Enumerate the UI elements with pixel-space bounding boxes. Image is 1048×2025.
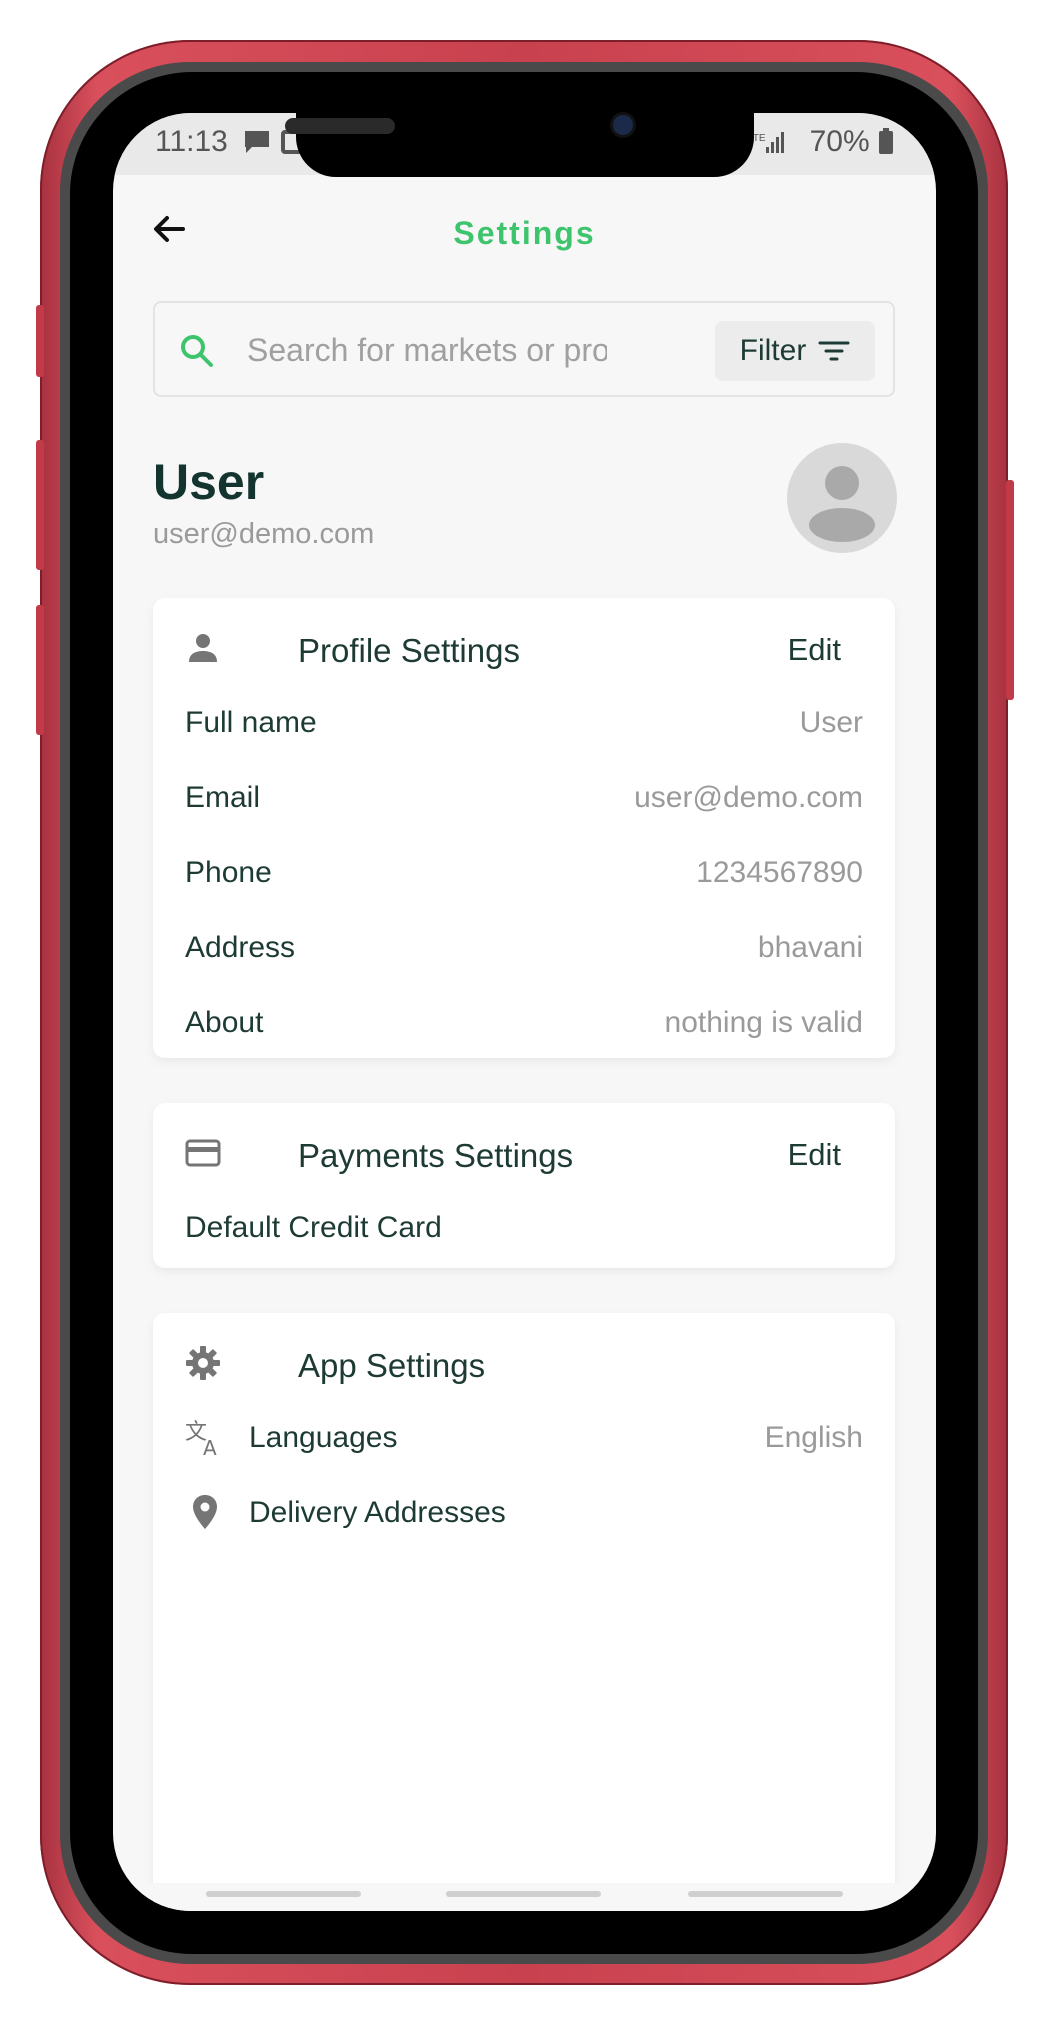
payments-settings-card: Payments Settings Edit Default Credit Ca… [153,1103,895,1268]
profile-edit-button[interactable]: Edit [788,632,841,668]
profile-row-about[interactable]: About nothing is valid [153,976,895,1072]
row-value: User [799,706,863,739]
row-label: Delivery Addresses [249,1496,506,1529]
search-input[interactable] [245,325,609,375]
payments-settings-title: Payments Settings [298,1137,574,1174]
row-label: Address [185,931,296,964]
row-label: Languages [249,1421,398,1454]
app-settings-title: App Settings [298,1347,486,1384]
credit-card-icon [185,1135,221,1176]
volume-up-button [36,305,44,377]
row-value: user@demo.com [634,781,863,814]
row-label: Default Credit Card [185,1211,442,1244]
battery-percent: 70% [809,125,870,158]
translate-icon: 文A [185,1417,225,1462]
person-icon [185,630,221,671]
silent-switch [36,605,44,735]
earpiece-speaker [285,118,395,134]
filter-icon [818,341,850,361]
search-icon [179,333,215,374]
user-email: user@demo.com [153,518,375,550]
status-time: 11:13 [155,125,228,158]
filter-label: Filter [739,334,807,367]
app-settings-card: App Settings 文A Languages English Delive… [153,1313,895,1911]
power-button [1006,480,1014,700]
signal-icon: LTE [748,129,788,163]
app-row-delivery-addresses[interactable]: Delivery Addresses [153,1466,895,1562]
app-screen: 11:13 LTE 70% Settings Filter [113,113,936,1911]
profile-settings-title: Profile Settings [298,632,520,669]
row-label: Email [185,781,261,814]
home-indicator-segment [206,1891,361,1897]
avatar-placeholder-icon [809,466,875,542]
volume-down-button [36,440,44,570]
avatar[interactable] [787,443,897,553]
svg-text:A: A [203,1436,217,1457]
page-title: Settings [453,215,596,251]
front-camera [613,115,633,135]
row-label: About [185,1006,264,1039]
battery-icon [879,128,893,154]
row-label: Phone [185,856,272,889]
battery-status: 70% [810,125,894,159]
row-value: 1234567890 [696,856,863,889]
filter-button[interactable]: Filter [715,321,875,381]
gear-icon [185,1345,221,1386]
home-indicator-bar [113,1883,936,1911]
search-bar: Filter [153,301,895,397]
row-label: Full name [185,706,317,739]
row-value: bhavani [757,931,863,964]
home-indicator-segment [688,1891,843,1897]
row-value: English [764,1421,863,1454]
user-name: User [153,454,265,510]
payments-row-default-credit-card[interactable]: Default Credit Card [153,1181,895,1277]
location-pin-icon [185,1492,225,1537]
chat-notification-icon [243,129,271,163]
app-header: Settings [113,175,936,285]
payments-edit-button[interactable]: Edit [788,1137,841,1173]
profile-settings-card: Profile Settings Edit Full name User Ema… [153,598,895,1058]
home-indicator-segment [446,1891,601,1897]
row-value: nothing is valid [664,1006,863,1039]
